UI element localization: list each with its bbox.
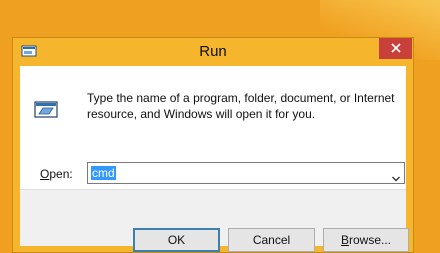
- close-icon: [390, 40, 401, 58]
- open-input-value[interactable]: cmd: [91, 166, 116, 180]
- browse-button[interactable]: Browse...: [323, 228, 409, 252]
- description-text: Type the name of a program, folder, docu…: [87, 91, 395, 121]
- ok-button[interactable]: OK: [133, 228, 220, 252]
- close-button[interactable]: [379, 38, 412, 59]
- window-title: Run: [199, 43, 227, 60]
- cancel-button[interactable]: Cancel: [228, 228, 315, 252]
- open-combobox[interactable]: cmd: [87, 162, 405, 184]
- browse-accelerator: B: [340, 233, 349, 247]
- run-program-icon: [34, 100, 58, 120]
- open-label: Open:: [40, 167, 73, 181]
- run-dialog: Run Type the name of a program, folder, …: [12, 37, 414, 253]
- open-label-accelerator: O: [40, 167, 50, 181]
- browse-label: rowse...: [349, 233, 392, 247]
- chevron-down-icon[interactable]: [392, 169, 400, 182]
- dialog-client-area: Type the name of a program, folder, docu…: [20, 66, 409, 252]
- open-label-text: pen:: [49, 167, 73, 181]
- title-bar[interactable]: Run: [13, 38, 413, 66]
